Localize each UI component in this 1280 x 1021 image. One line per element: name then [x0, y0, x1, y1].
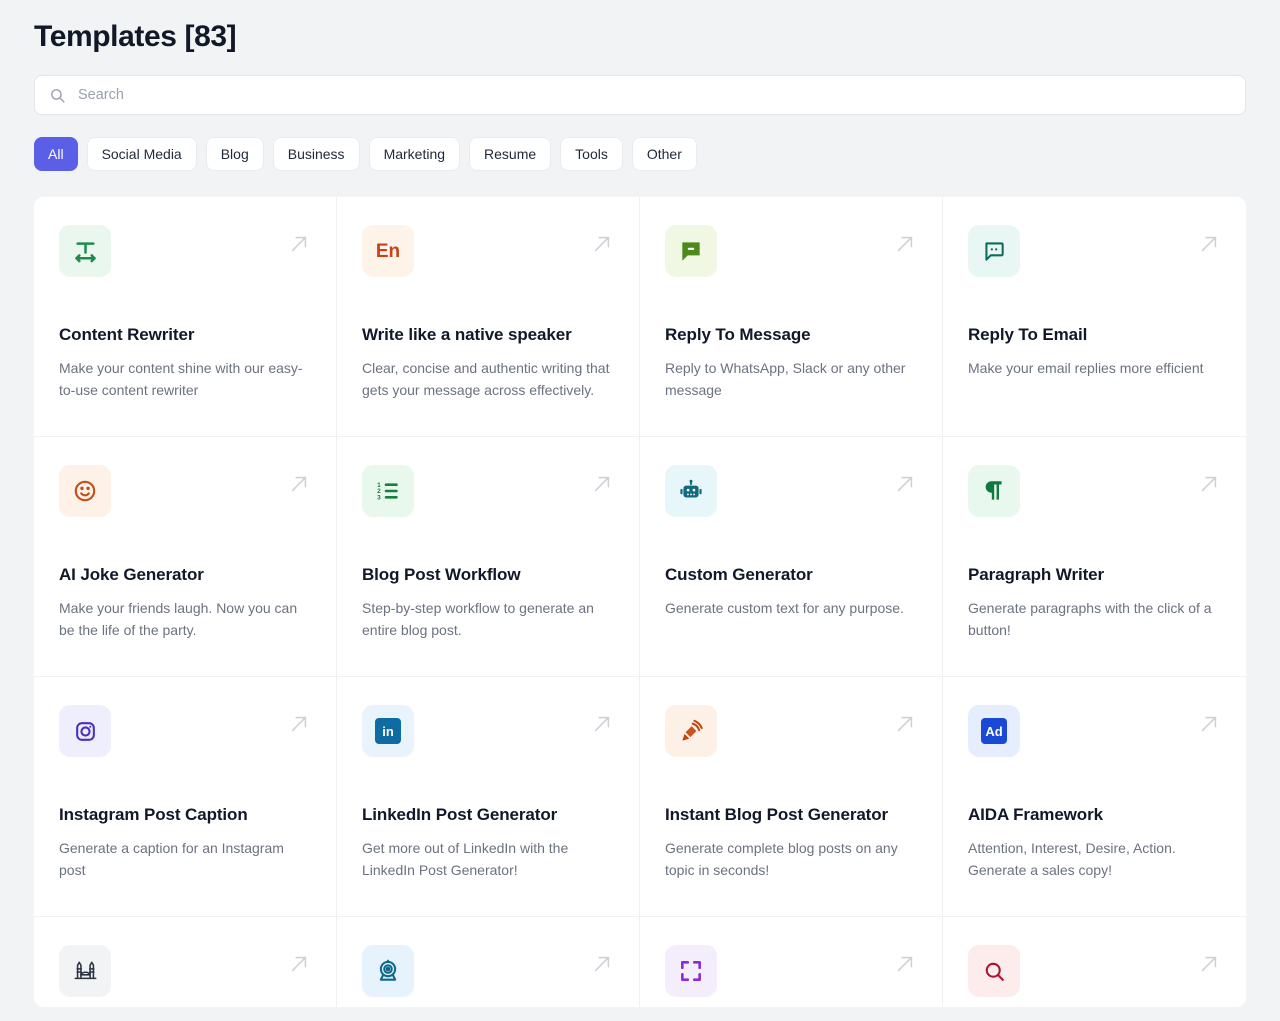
- template-card[interactable]: AI Joke Generator Make your friends laugh…: [34, 437, 337, 677]
- template-card[interactable]: Content Summarizer: [943, 917, 1246, 1007]
- template-card[interactable]: Reply To Email Make your email replies mo…: [943, 197, 1246, 437]
- filter-chip-resume[interactable]: Resume: [469, 137, 551, 171]
- arrow-up-right-icon[interactable]: [1198, 953, 1220, 975]
- chat-bubble-filled-icon: [665, 225, 717, 277]
- arrow-up-right-icon[interactable]: [894, 953, 916, 975]
- template-card-title: Instagram Post Caption: [59, 804, 311, 825]
- robot-icon: [665, 465, 717, 517]
- template-card-title: Reply To Email: [968, 324, 1221, 345]
- template-card-title: LinkedIn Post Generator: [362, 804, 614, 825]
- filter-chip-blog[interactable]: Blog: [206, 137, 264, 171]
- arrow-up-right-icon[interactable]: [591, 713, 613, 735]
- filter-chip-marketing[interactable]: Marketing: [369, 137, 460, 171]
- search-icon: [49, 87, 66, 104]
- ad-badge-icon: Ad: [968, 705, 1020, 757]
- template-card[interactable]: Instagram Post Caption Generate a caption…: [34, 677, 337, 917]
- arrow-up-right-icon[interactable]: [288, 233, 310, 255]
- templates-page: Templates [83] All Social Media Blog Bus…: [0, 0, 1280, 1021]
- page-title: Templates [83]: [34, 0, 1246, 55]
- template-card-title: Instant Blog Post Generator: [665, 804, 917, 825]
- en-language-icon: En: [362, 225, 414, 277]
- template-card[interactable]: Instant Blog Post Generator Generate comp…: [640, 677, 943, 917]
- template-card-title: Paragraph Writer: [968, 564, 1221, 585]
- template-card[interactable]: Content Rewriter Make your content shine …: [34, 197, 337, 437]
- arrow-up-right-icon[interactable]: [591, 233, 613, 255]
- filter-chip-all[interactable]: All: [34, 137, 78, 171]
- template-card-description: Get more out of LinkedIn with the Linked…: [362, 838, 614, 881]
- template-card-title: Write like a native speaker: [362, 324, 614, 345]
- template-card-description: Generate paragraphs with the click of a …: [968, 598, 1221, 641]
- templates-grid: Content Rewriter Make your content shine …: [34, 197, 1246, 1007]
- template-card-description: Clear, concise and authentic writing tha…: [362, 358, 614, 401]
- templates-grid-container: Content Rewriter Make your content shine …: [34, 197, 1246, 1007]
- target-icon: [362, 945, 414, 997]
- arrow-up-right-icon[interactable]: [591, 953, 613, 975]
- search-bar[interactable]: [34, 75, 1246, 115]
- chat-bubble-dots-icon: [968, 225, 1020, 277]
- smiley-face-icon: [59, 465, 111, 517]
- template-card-title: AI Joke Generator: [59, 564, 311, 585]
- template-card-title: Custom Generator: [665, 564, 917, 585]
- filter-chip-business[interactable]: Business: [273, 137, 360, 171]
- svg-text:3: 3: [377, 494, 381, 501]
- template-card[interactable]: 123 Blog Post Workflow Step-by-step workfl…: [337, 437, 640, 677]
- arrow-up-right-icon[interactable]: [1198, 473, 1220, 495]
- arrow-up-right-icon[interactable]: [1198, 713, 1220, 735]
- template-card[interactable]: PAS Framework: [337, 917, 640, 1007]
- template-card-description: Make your friends laugh. Now you can be …: [59, 598, 311, 641]
- template-card-description: Generate a caption for an Instagram post: [59, 838, 311, 881]
- template-card-description: Reply to WhatsApp, Slack or any other me…: [665, 358, 917, 401]
- search-input[interactable]: [78, 76, 1231, 114]
- arrow-up-right-icon[interactable]: [1198, 233, 1220, 255]
- filter-chip-list: All Social Media Blog Business Marketing…: [34, 137, 1246, 171]
- arrow-up-right-icon[interactable]: [894, 473, 916, 495]
- magnifier-icon: [968, 945, 1020, 997]
- template-card[interactable]: Ad AIDA Framework Attention, Interest, Des…: [943, 677, 1246, 917]
- arrow-up-right-icon[interactable]: [591, 473, 613, 495]
- template-card-title: AIDA Framework: [968, 804, 1221, 825]
- arrow-up-right-icon[interactable]: [288, 953, 310, 975]
- template-card[interactable]: in LinkedIn Post Generator Get more out of…: [337, 677, 640, 917]
- template-card[interactable]: Sentence Expander: [640, 917, 943, 1007]
- bridge-icon: [59, 945, 111, 997]
- template-card[interactable]: En Write like a native speaker Clear, conc…: [337, 197, 640, 437]
- template-card-title: Reply To Message: [665, 324, 917, 345]
- template-card-description: Generate complete blog posts on any topi…: [665, 838, 917, 881]
- template-card-title: Content Rewriter: [59, 324, 311, 345]
- template-card-description: Make your content shine with our easy-to…: [59, 358, 311, 401]
- pilcrow-icon: [968, 465, 1020, 517]
- arrow-up-right-icon[interactable]: [894, 713, 916, 735]
- template-card-description: Generate custom text for any purpose.: [665, 598, 917, 620]
- numbered-list-icon: 123: [362, 465, 414, 517]
- arrow-up-right-icon[interactable]: [894, 233, 916, 255]
- template-card[interactable]: Reply To Message Reply to WhatsApp, Slack…: [640, 197, 943, 437]
- arrow-up-right-icon[interactable]: [288, 473, 310, 495]
- arrow-up-right-icon[interactable]: [288, 713, 310, 735]
- pen-broadcast-icon: [665, 705, 717, 757]
- template-card[interactable]: Before-After-Bridge: [34, 917, 337, 1007]
- template-card-description: Step-by-step workflow to generate an ent…: [362, 598, 614, 641]
- linkedin-icon: in: [362, 705, 414, 757]
- template-card[interactable]: Paragraph Writer Generate paragraphs with…: [943, 437, 1246, 677]
- text-rewrite-icon: [59, 225, 111, 277]
- filter-chip-other[interactable]: Other: [632, 137, 697, 171]
- template-card-title: Blog Post Workflow: [362, 564, 614, 585]
- filter-chip-social-media[interactable]: Social Media: [87, 137, 197, 171]
- template-card[interactable]: Custom Generator Generate custom text for…: [640, 437, 943, 677]
- expand-corners-icon: [665, 945, 717, 997]
- template-card-description: Attention, Interest, Desire, Action. Gen…: [968, 838, 1221, 881]
- template-card-description: Make your email replies more efficient: [968, 358, 1221, 380]
- instagram-icon: [59, 705, 111, 757]
- filter-chip-tools[interactable]: Tools: [560, 137, 623, 171]
